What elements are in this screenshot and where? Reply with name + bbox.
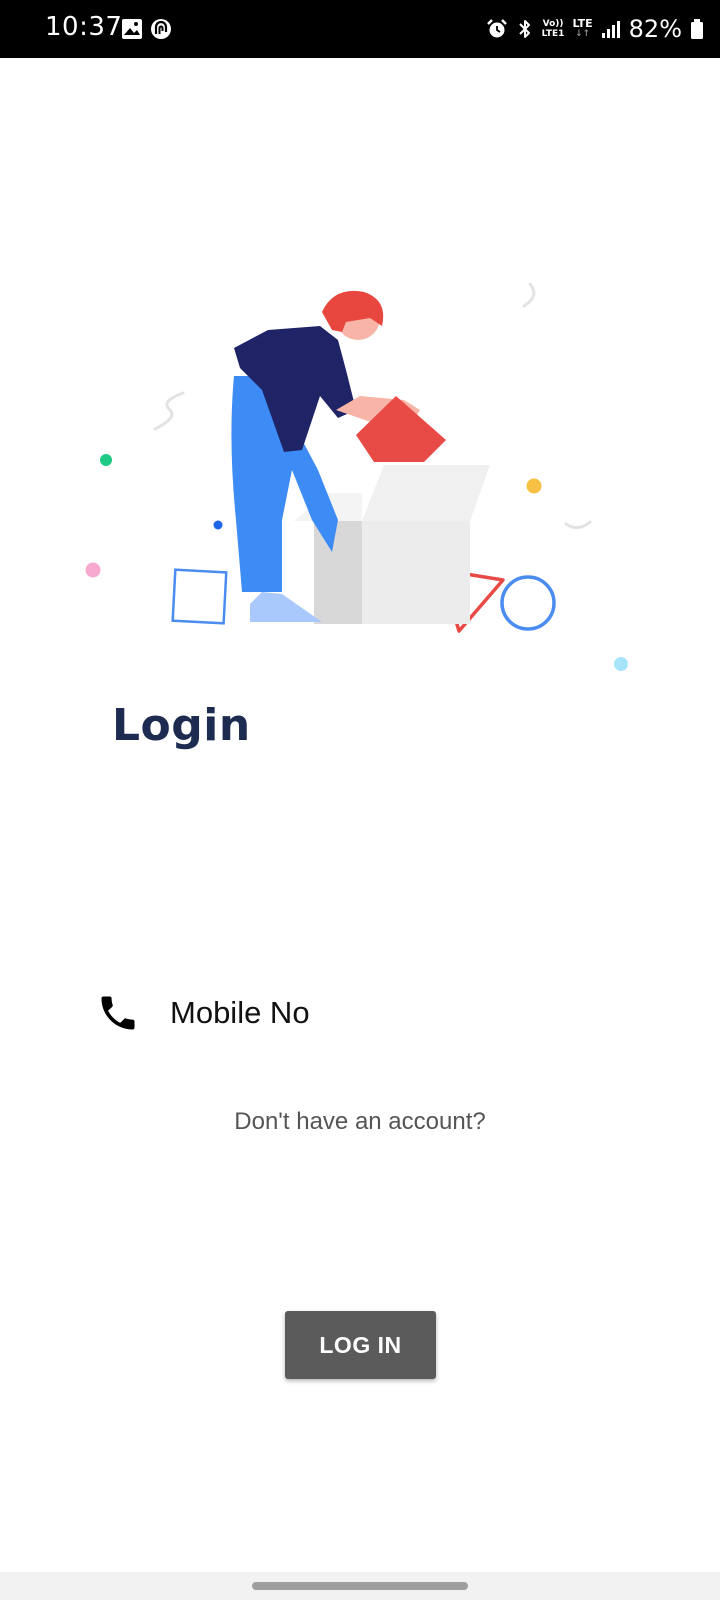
phone-icon <box>101 996 135 1030</box>
page-title: Login <box>112 700 251 751</box>
box-front <box>362 521 470 624</box>
volte-icon: Vo)) LTE1 <box>542 19 565 39</box>
app-notification-icon <box>151 19 171 39</box>
lte-arrows-icon: ↓↑ <box>575 29 591 39</box>
dot-decoration <box>213 520 223 530</box>
dot-decoration <box>526 478 542 494</box>
volte-label-top: Vo)) <box>542 19 564 29</box>
mobile-input[interactable] <box>170 995 570 1031</box>
volte-label-bottom: LTE1 <box>541 29 565 39</box>
home-gesture-handle[interactable] <box>252 1582 468 1590</box>
alarm-icon <box>486 19 507 38</box>
lte-label: LTE <box>572 17 593 30</box>
square-decoration <box>171 568 228 625</box>
battery-icon <box>691 19 703 39</box>
dot-decoration <box>614 657 628 671</box>
mobile-field[interactable] <box>96 988 616 1038</box>
login-screen: 10:37 Vo)) LTE1 LTE ↓↑ 82% Login Mobile … <box>0 0 720 1600</box>
person-opening-box-illustration <box>85 282 628 671</box>
box-flap-right <box>362 465 490 521</box>
status-bar: 10:37 Vo)) LTE1 LTE ↓↑ 82% <box>0 0 720 58</box>
circle-decoration <box>500 575 556 631</box>
bluetooth-icon <box>518 20 530 38</box>
dot-decoration <box>85 562 101 578</box>
squiggle-decoration <box>564 520 592 529</box>
squiggle-decoration <box>522 282 536 308</box>
signup-link[interactable]: Don't have an account? <box>0 1108 720 1136</box>
login-button[interactable]: LOG IN <box>285 1311 436 1379</box>
status-time: 10:37 <box>45 12 123 42</box>
person-shoes <box>250 592 322 622</box>
squiggle-decoration <box>153 391 185 431</box>
battery-percent: 82% <box>628 15 682 43</box>
signal-icon <box>601 21 620 38</box>
box-side <box>314 521 362 624</box>
status-icons: Vo)) LTE1 LTE ↓↑ 82% <box>486 0 704 58</box>
navigation-bar <box>0 1572 720 1600</box>
dot-decoration <box>100 454 112 466</box>
gallery-icon <box>122 19 142 39</box>
lte-icon: LTE ↓↑ <box>572 17 593 39</box>
